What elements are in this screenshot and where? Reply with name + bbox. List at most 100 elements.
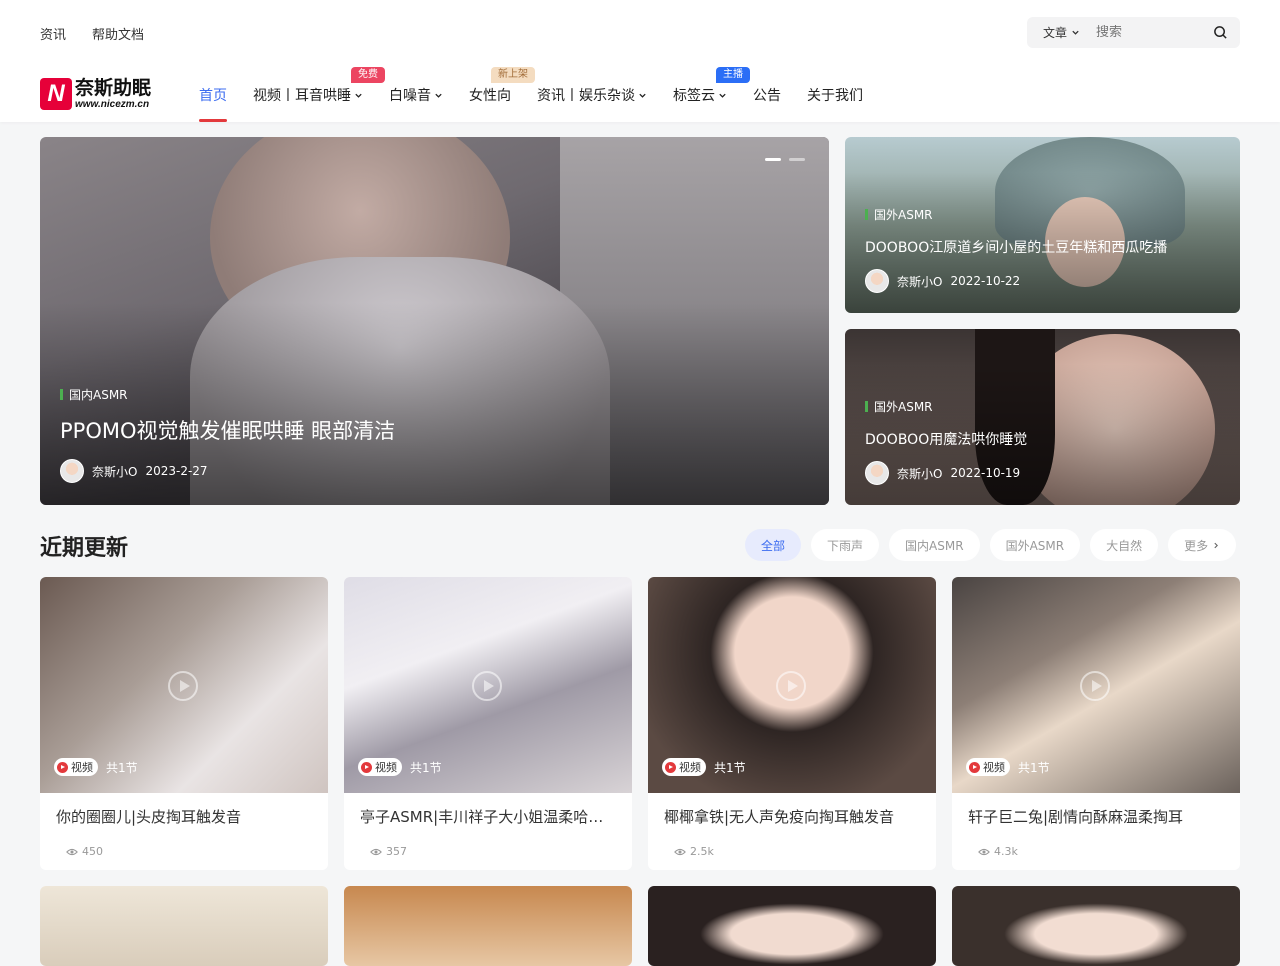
post-thumbnail[interactable] bbox=[648, 886, 936, 966]
side-post-category[interactable]: 国外ASMR bbox=[865, 206, 1167, 223]
nav-badge-new: 新上架 bbox=[491, 67, 535, 83]
post-card[interactable] bbox=[40, 886, 328, 966]
chevron-down-icon bbox=[435, 93, 442, 98]
post-title[interactable]: 椰椰拿铁|无人声免疫向掏耳触发音 bbox=[664, 806, 920, 827]
play-icon[interactable] bbox=[472, 671, 502, 701]
post-thumbnail[interactable]: 视频 共1节 bbox=[952, 577, 1240, 793]
author-avatar bbox=[865, 461, 889, 485]
site-logo[interactable]: N 奈斯助眠 www.nicezm.cn bbox=[40, 77, 170, 111]
tab-foreign-asmr[interactable]: 国外ASMR bbox=[989, 529, 1081, 561]
logo-name: 奈斯助眠 bbox=[75, 76, 152, 99]
carousel-dots bbox=[765, 158, 805, 161]
side-post-title[interactable]: DOOBOO用魔法哄你睡觉 bbox=[865, 429, 1027, 449]
post-card[interactable] bbox=[344, 886, 632, 966]
post-thumbnail[interactable] bbox=[952, 886, 1240, 966]
nav-item-white-noise[interactable]: 白噪音 bbox=[389, 84, 443, 106]
eye-icon bbox=[66, 848, 78, 855]
nav-item-about[interactable]: 关于我们 bbox=[807, 84, 863, 106]
post-card[interactable] bbox=[952, 886, 1240, 966]
post-card[interactable]: 视频 共1节 轩子巨二兔|剧情向酥麻温柔掏耳 4.3k bbox=[952, 577, 1240, 870]
post-thumbnail[interactable] bbox=[40, 886, 328, 966]
carousel-dot[interactable] bbox=[765, 158, 781, 161]
nav-item-home[interactable]: 首页 bbox=[199, 84, 227, 122]
video-badge: 视频 bbox=[54, 758, 98, 776]
author-avatar bbox=[865, 269, 889, 293]
search-bar: 文章 bbox=[1027, 17, 1240, 48]
play-circle-icon bbox=[969, 761, 980, 773]
play-icon[interactable] bbox=[168, 671, 198, 701]
section-title: 近期更新 bbox=[40, 536, 129, 561]
logo-url: www.nicezm.cn bbox=[75, 98, 150, 110]
main-nav: 首页 免费 视频丨耳音哄睡 白噪音 新上架 女性向 资讯丨娱乐杂谈 主播 标签云… bbox=[199, 67, 889, 122]
chevron-down-icon bbox=[639, 93, 646, 98]
hero-slide[interactable]: 国内ASMR PPOMO视觉触发催眠哄睡 眼部清洁 奈斯小O 2023-2-27 bbox=[40, 137, 829, 505]
top-link-help[interactable]: 帮助文档 bbox=[92, 24, 144, 43]
author-avatar bbox=[60, 459, 84, 483]
view-count: 450 bbox=[82, 845, 103, 858]
category-tabs: 全部 下雨声 国内ASMR 国外ASMR 大自然 更多 bbox=[745, 529, 1237, 561]
tab-nature[interactable]: 大自然 bbox=[1090, 529, 1159, 561]
tab-more[interactable]: 更多 bbox=[1168, 529, 1237, 561]
post-thumbnail[interactable]: 视频 共1节 bbox=[40, 577, 328, 793]
post-title[interactable]: 你的圈圈儿|头皮掏耳触发音 bbox=[56, 806, 312, 827]
nav-badge-free: 免费 bbox=[351, 67, 385, 83]
side-post-date: 2022-10-22 bbox=[950, 274, 1021, 288]
section-count: 共1节 bbox=[410, 760, 442, 775]
view-count: 2.5k bbox=[690, 845, 714, 858]
eye-icon bbox=[370, 848, 382, 855]
play-circle-icon bbox=[361, 761, 372, 773]
play-icon[interactable] bbox=[776, 671, 806, 701]
play-icon[interactable] bbox=[1080, 671, 1110, 701]
nav-item-video[interactable]: 免费 视频丨耳音哄睡 bbox=[253, 67, 385, 106]
search-input[interactable] bbox=[1096, 25, 1197, 40]
post-thumbnail[interactable]: 视频 共1节 bbox=[648, 577, 936, 793]
post-grid: 视频 共1节 你的圈圈儿|头皮掏耳触发音 450 视频 共1节 亭子ASMR|丰… bbox=[40, 577, 1240, 966]
video-badge: 视频 bbox=[358, 758, 402, 776]
search-icon[interactable] bbox=[1213, 25, 1228, 40]
search-scope-label: 文章 bbox=[1043, 26, 1068, 40]
tab-all[interactable]: 全部 bbox=[745, 529, 802, 561]
chevron-right-icon bbox=[1214, 542, 1219, 548]
post-thumbnail[interactable]: 视频 共1节 bbox=[344, 577, 632, 793]
play-circle-icon bbox=[665, 761, 676, 773]
hero-date: 2023-2-27 bbox=[145, 464, 208, 478]
side-post[interactable]: 国外ASMR DOOBOO用魔法哄你睡觉 奈斯小O 2022-10-19 bbox=[845, 329, 1240, 505]
tab-domestic-asmr[interactable]: 国内ASMR bbox=[889, 529, 980, 561]
side-post-title[interactable]: DOOBOO江原道乡间小屋的土豆年糕和西瓜吃播 bbox=[865, 237, 1167, 257]
nav-item-notice[interactable]: 公告 bbox=[753, 84, 781, 106]
post-thumbnail[interactable] bbox=[344, 886, 632, 966]
hero-category[interactable]: 国内ASMR bbox=[60, 386, 395, 403]
view-count: 4.3k bbox=[994, 845, 1018, 858]
chevron-down-icon bbox=[1072, 30, 1079, 35]
tab-more-label: 更多 bbox=[1184, 538, 1209, 553]
side-post-category[interactable]: 国外ASMR bbox=[865, 398, 1027, 415]
hero-author[interactable]: 奈斯小O bbox=[92, 463, 137, 480]
video-badge: 视频 bbox=[662, 758, 706, 776]
tab-rain[interactable]: 下雨声 bbox=[811, 529, 880, 561]
nav-item-female[interactable]: 新上架 女性向 bbox=[469, 67, 535, 106]
hero-title[interactable]: PPOMO视觉触发催眠哄睡 眼部清洁 bbox=[60, 415, 395, 445]
side-post-author[interactable]: 奈斯小O bbox=[897, 273, 942, 290]
video-badge: 视频 bbox=[966, 758, 1010, 776]
chevron-down-icon bbox=[719, 93, 726, 98]
play-circle-icon bbox=[57, 761, 68, 773]
side-post-author[interactable]: 奈斯小O bbox=[897, 465, 942, 482]
post-card[interactable]: 视频 共1节 亭子ASMR|丰川祥子大小姐温柔哈气~小狗舔耳 软萌萌的轻语舔耳 … bbox=[344, 577, 632, 870]
side-post[interactable]: 国外ASMR DOOBOO江原道乡间小屋的土豆年糕和西瓜吃播 奈斯小O 2022… bbox=[845, 137, 1240, 313]
carousel-dot[interactable] bbox=[789, 158, 805, 161]
post-card[interactable]: 视频 共1节 你的圈圈儿|头皮掏耳触发音 450 bbox=[40, 577, 328, 870]
header: 资讯 帮助文档 文章 N 奈斯助眠 www.nicezm.cn 首页 免费 视频… bbox=[0, 0, 1280, 122]
post-title[interactable]: 轩子巨二兔|剧情向酥麻温柔掏耳 bbox=[968, 806, 1224, 827]
section-count: 共1节 bbox=[106, 760, 138, 775]
top-links: 资讯 帮助文档 bbox=[40, 24, 144, 43]
post-card[interactable] bbox=[648, 886, 936, 966]
post-title[interactable]: 亭子ASMR|丰川祥子大小姐温柔哈气~小狗舔耳 软萌萌的轻语舔耳 bbox=[360, 806, 616, 827]
search-scope-select[interactable]: 文章 bbox=[1043, 24, 1080, 41]
chevron-down-icon bbox=[355, 93, 362, 98]
nav-item-news[interactable]: 资讯丨娱乐杂谈 bbox=[537, 84, 647, 106]
post-card[interactable]: 视频 共1节 椰椰拿铁|无人声免疫向掏耳触发音 2.5k bbox=[648, 577, 936, 870]
top-link-news[interactable]: 资讯 bbox=[40, 24, 66, 43]
nav-item-tags[interactable]: 主播 标签云 bbox=[673, 67, 750, 106]
section-count: 共1节 bbox=[714, 760, 746, 775]
nav-badge-host: 主播 bbox=[716, 67, 750, 83]
